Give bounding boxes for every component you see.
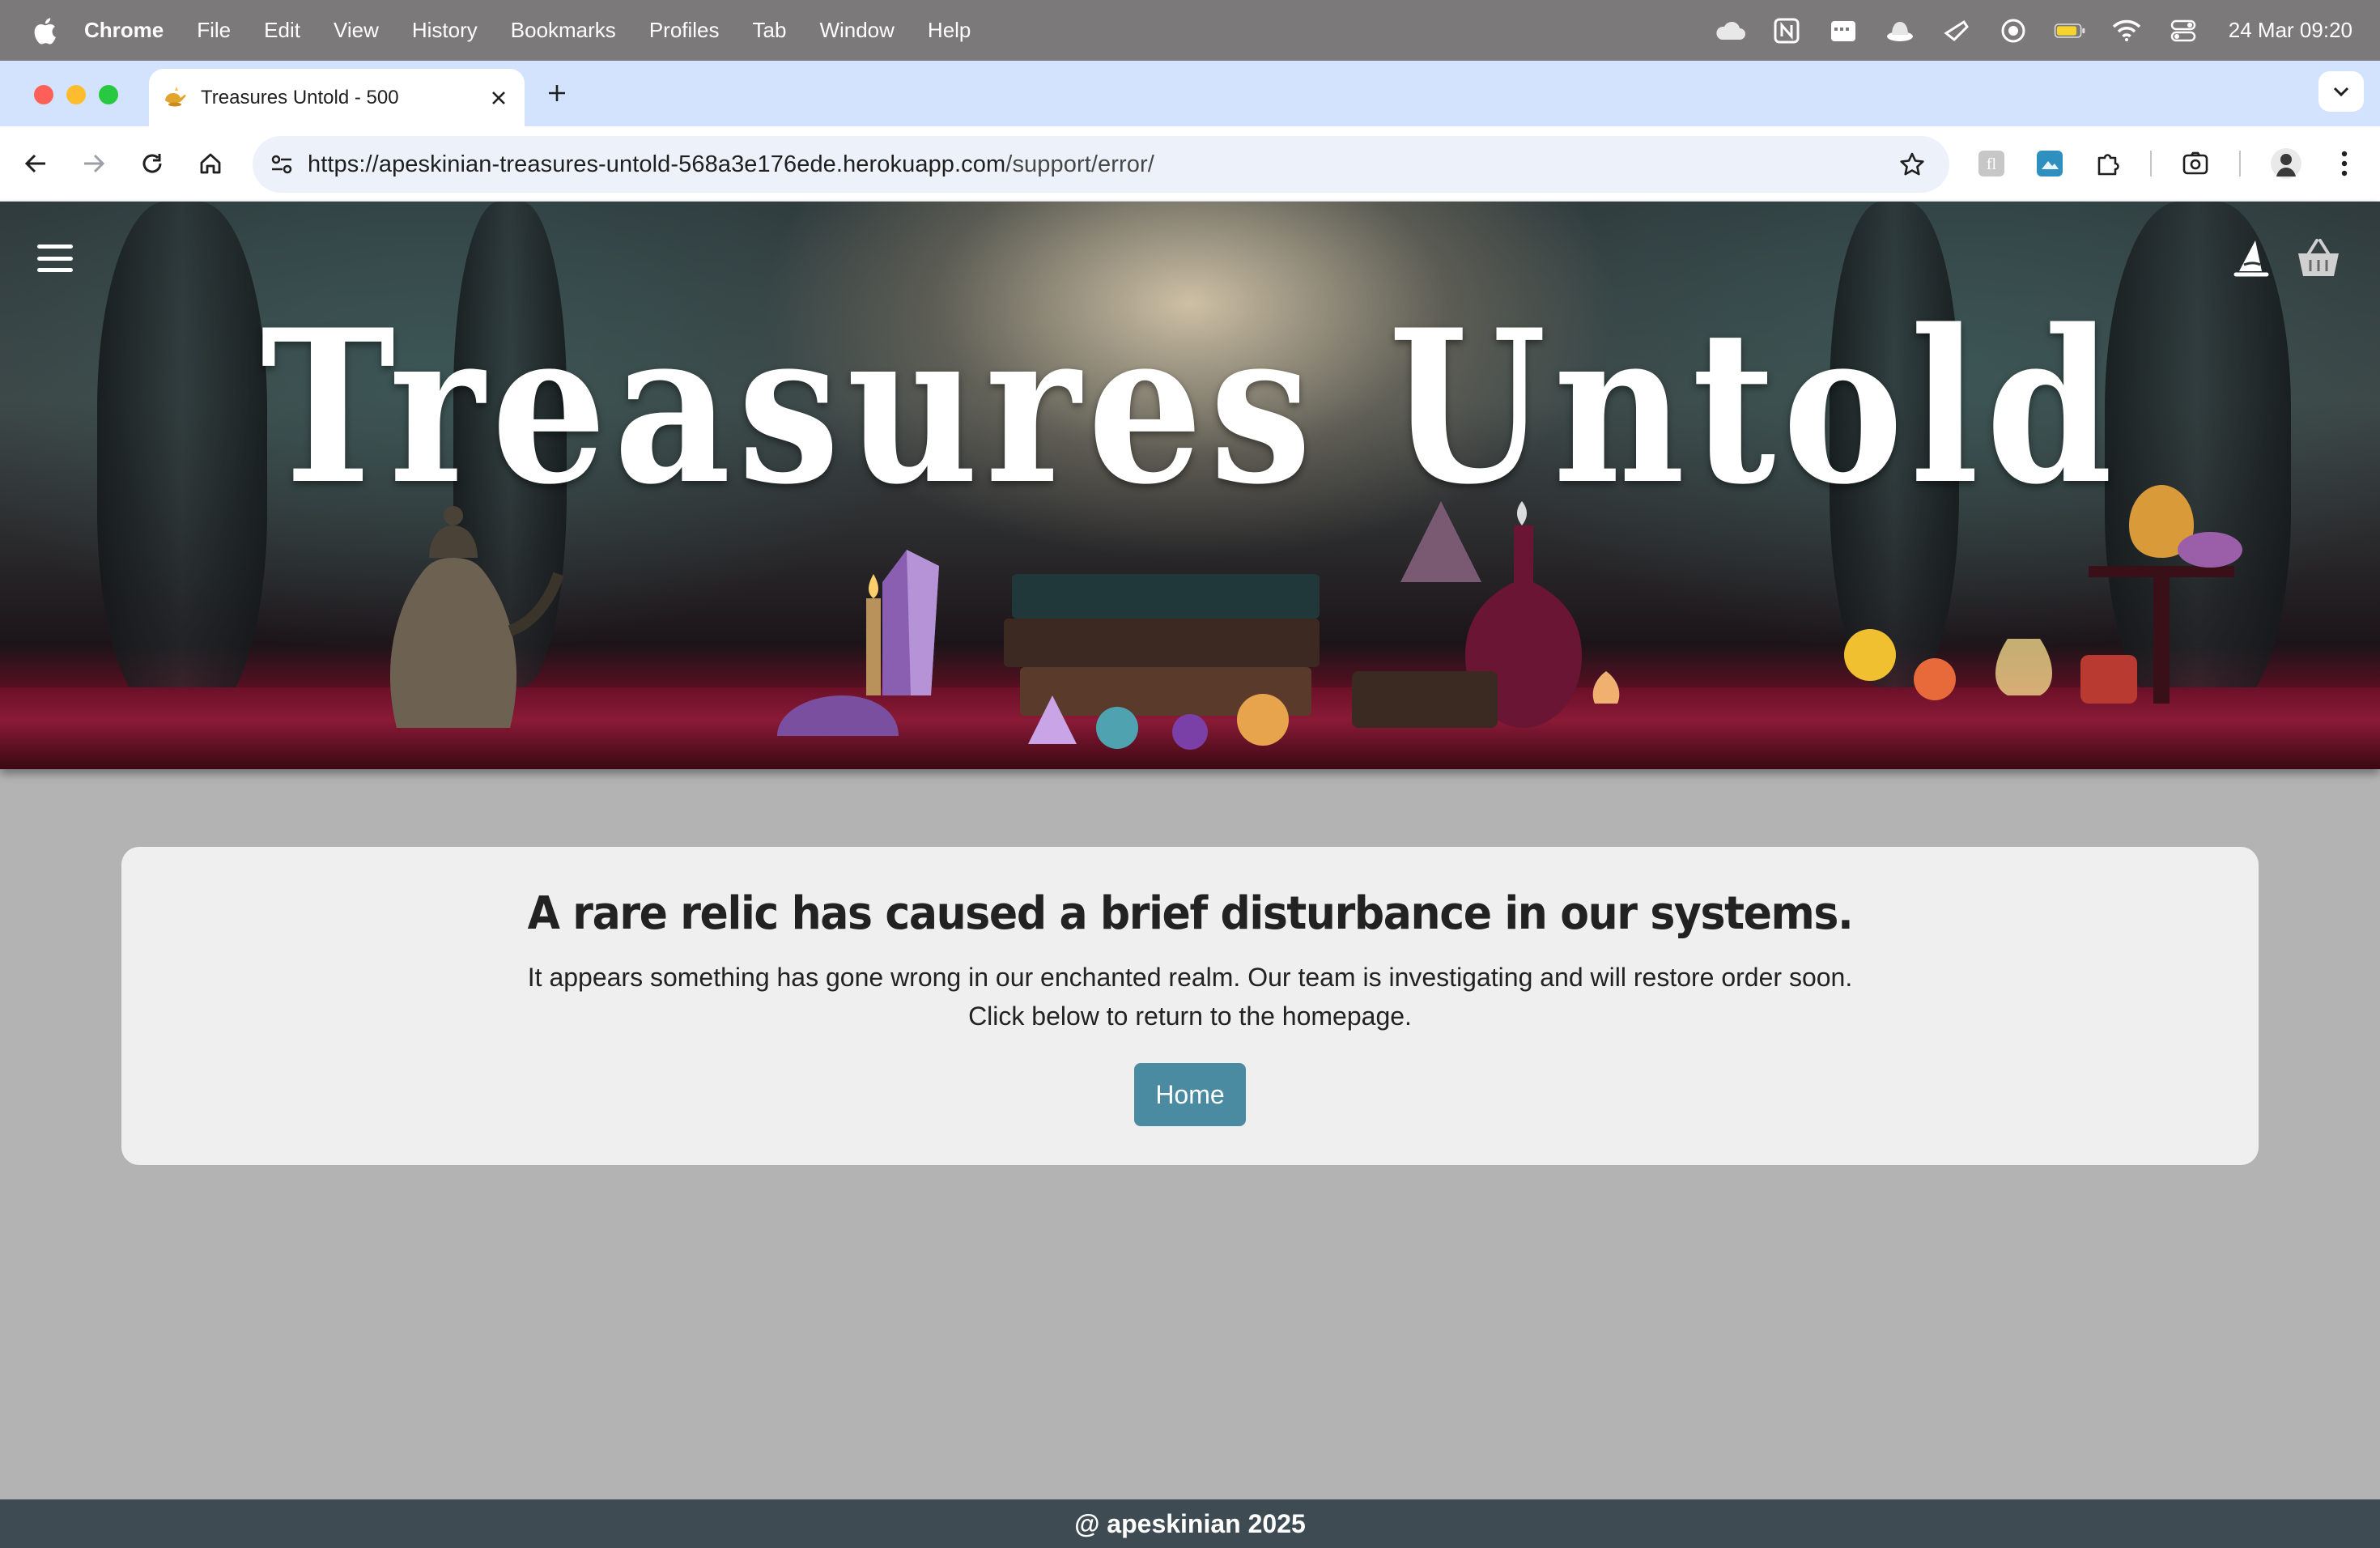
menu-file[interactable]: File — [197, 18, 231, 43]
browser-toolbar: https://apeskinian-treasures-untold-568a… — [0, 126, 2380, 202]
extension-cloud-icon[interactable] — [2030, 144, 2069, 183]
forward-button[interactable] — [74, 144, 113, 183]
notion-icon[interactable] — [1770, 17, 1803, 45]
site-header-banner: Treasures Untold — [0, 202, 2380, 769]
error-heading: A rare relic has caused a brief disturba… — [527, 887, 1854, 940]
record-icon[interactable] — [1997, 17, 2029, 45]
battery-icon[interactable] — [2054, 17, 2086, 45]
menu-profiles[interactable]: Profiles — [649, 18, 720, 43]
profile-avatar[interactable] — [2267, 144, 2306, 183]
minimize-window-button[interactable] — [66, 85, 86, 104]
extensions-puzzle-icon[interactable] — [2089, 144, 2127, 183]
new-tab-button[interactable] — [541, 77, 573, 109]
error-card: A rare relic has caused a brief disturba… — [121, 847, 2259, 1165]
wifi-icon[interactable] — [2110, 17, 2143, 45]
error-message: It appears something has gone wrong in o… — [527, 963, 1853, 992]
hamburger-bar — [37, 245, 73, 249]
tab-search-button[interactable] — [2318, 71, 2364, 112]
menu-help[interactable]: Help — [928, 18, 971, 43]
home-button[interactable] — [191, 144, 230, 183]
tab-active[interactable]: Treasures Untold - 500 — [149, 69, 525, 126]
genie-lamp-icon — [162, 84, 189, 112]
wizard-hat-account-icon[interactable] — [2231, 237, 2272, 279]
menu-edit[interactable]: Edit — [264, 18, 300, 43]
bookmark-star-icon[interactable] — [1894, 147, 1930, 182]
menu-bookmarks[interactable]: Bookmarks — [511, 18, 616, 43]
hamburger-bar — [37, 256, 73, 261]
book-stack-illustration — [1004, 574, 1320, 750]
calendar-icon[interactable] — [1827, 17, 1859, 45]
macos-menu-bar: Chrome File Edit View History Bookmarks … — [0, 0, 2380, 61]
hat-icon[interactable] — [1884, 17, 1916, 45]
zoom-window-button[interactable] — [99, 85, 118, 104]
menu-tab[interactable]: Tab — [753, 18, 787, 43]
svg-text:fl: fl — [1987, 155, 1997, 173]
tab-title: Treasures Untold - 500 — [201, 86, 399, 108]
menu-bar-clock[interactable]: 24 Mar 09:20 — [2229, 18, 2352, 43]
error-instruction: Click below to return to the homepage. — [968, 1002, 1412, 1031]
back-button[interactable] — [16, 144, 55, 183]
cloud-icon[interactable] — [1714, 17, 1746, 45]
share-icon[interactable] — [1940, 17, 1973, 45]
extension-grammar-icon[interactable]: fl — [1972, 144, 2011, 183]
tab-strip: Treasures Untold - 500 — [0, 61, 2380, 126]
reload-button[interactable] — [133, 144, 172, 183]
chrome-menu-icon[interactable] — [2325, 144, 2364, 183]
nav-menu-toggle[interactable] — [37, 242, 73, 274]
home-button[interactable]: Home — [1134, 1063, 1246, 1126]
url-path: /support/error/ — [1005, 151, 1154, 177]
url-host: https://apeskinian-treasures-untold-568a… — [308, 151, 1006, 177]
address-bar[interactable]: https://apeskinian-treasures-untold-568a… — [253, 136, 1949, 193]
toolbar-separator — [2150, 151, 2152, 176]
site-info-icon[interactable] — [264, 147, 300, 182]
menu-app-name[interactable]: Chrome — [84, 18, 164, 43]
menu-history[interactable]: History — [412, 18, 478, 43]
apple-icon[interactable] — [32, 17, 57, 45]
site-footer: @ apeskinian 2025 — [0, 1499, 2380, 1548]
close-tab-icon[interactable] — [482, 82, 515, 114]
menu-window[interactable]: Window — [819, 18, 894, 43]
screenshot-icon[interactable] — [2176, 144, 2215, 183]
toolbar-separator — [2239, 151, 2241, 176]
shopping-basket-icon[interactable] — [2296, 237, 2341, 279]
url-text[interactable]: https://apeskinian-treasures-untold-568a… — [308, 151, 1894, 178]
menu-view[interactable]: View — [334, 18, 379, 43]
close-window-button[interactable] — [34, 85, 53, 104]
site-brand-title[interactable]: Treasures Untold — [167, 287, 2213, 529]
hamburger-bar — [37, 268, 73, 272]
control-center-icon[interactable] — [2167, 17, 2199, 45]
